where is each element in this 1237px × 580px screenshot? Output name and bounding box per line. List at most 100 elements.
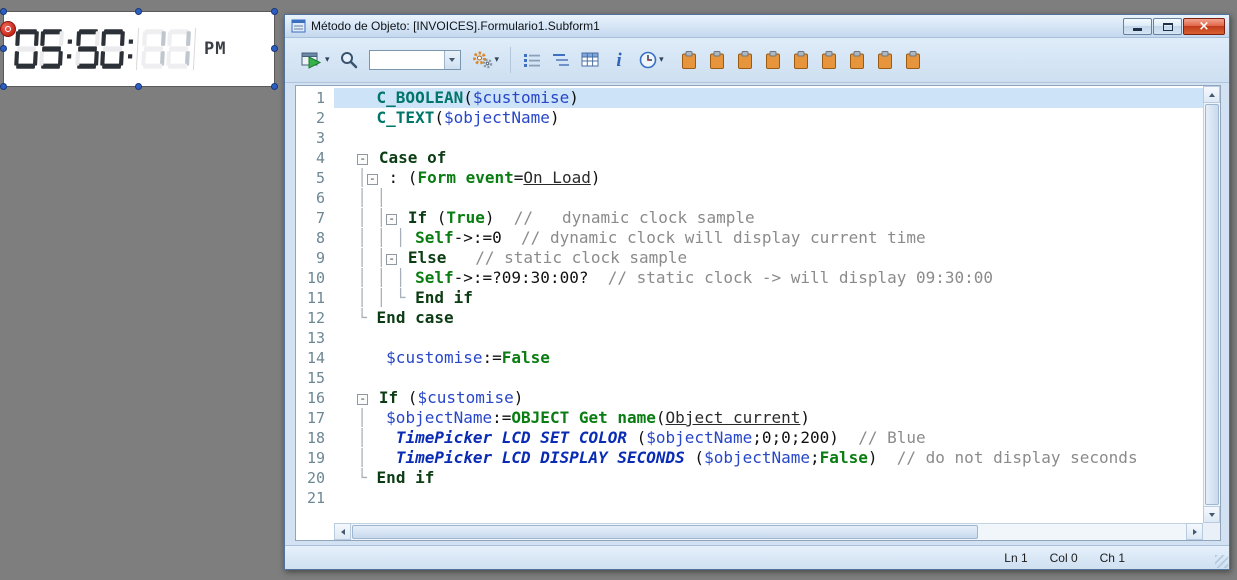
line-number[interactable]: 3 xyxy=(296,128,334,148)
fold-toggle-icon[interactable]: - xyxy=(366,173,378,185)
clipboard-buttons xyxy=(676,45,926,75)
maximize-icon xyxy=(1162,22,1173,31)
line-number[interactable]: 2 xyxy=(296,108,334,128)
line-number-gutter: 1 2 3 4 5 6 7 8 9 10 11 12 13 14 15 16 17 18 19 20 21 xyxy=(296,86,334,523)
callers-button[interactable] xyxy=(519,45,545,75)
close-button[interactable]: × xyxy=(1183,18,1225,35)
line-number[interactable]: 15 xyxy=(296,368,334,388)
line-number[interactable]: 10 xyxy=(296,268,334,288)
minimize-button[interactable] xyxy=(1123,18,1152,35)
scroll-left-button[interactable] xyxy=(334,523,351,540)
info-button[interactable]: i xyxy=(606,45,632,75)
vertical-scroll-thumb[interactable] xyxy=(1205,104,1219,505)
selection-handle[interactable] xyxy=(0,8,7,15)
fold-toggle-icon[interactable]: - xyxy=(386,213,398,225)
fold-toggle-icon[interactable]: - xyxy=(386,253,398,265)
code-line-13[interactable] xyxy=(334,328,1203,348)
macros-button[interactable]: ▾ xyxy=(468,45,503,75)
line-number[interactable]: 11 xyxy=(296,288,334,308)
line-number[interactable]: 20 xyxy=(296,468,334,488)
combo-dropdown-icon[interactable] xyxy=(443,51,460,69)
clipboard-button-7[interactable] xyxy=(844,45,870,75)
search-combo[interactable] xyxy=(368,50,461,70)
line-number[interactable]: 6 xyxy=(296,188,334,208)
search-button[interactable] xyxy=(336,45,362,75)
chevron-down-icon[interactable]: ▾ xyxy=(495,55,500,65)
scroll-up-button[interactable] xyxy=(1203,86,1220,103)
line-number[interactable]: 8 xyxy=(296,228,334,248)
code-line-10[interactable]: │ │ │ Self->:=?09:30:00? // static clock… xyxy=(334,268,1203,288)
code-line-19[interactable]: │ TimePicker LCD DISPLAY SECONDS ($objec… xyxy=(334,448,1203,468)
selection-handle[interactable] xyxy=(271,83,278,90)
code-line-14[interactable]: $customise:=False xyxy=(334,348,1203,368)
code-line-2[interactable]: C_TEXT($objectName) xyxy=(334,108,1203,128)
chevron-down-icon[interactable]: ▾ xyxy=(325,55,330,65)
selection-handle[interactable] xyxy=(135,83,142,90)
maximize-button[interactable] xyxy=(1153,18,1182,35)
code-line-12[interactable]: └ End case xyxy=(334,308,1203,328)
code-line-3[interactable] xyxy=(334,128,1203,148)
line-number[interactable]: 5 xyxy=(296,168,334,188)
object-method-badge[interactable] xyxy=(0,21,16,37)
badge-glyph-icon xyxy=(5,26,11,32)
clipboard-button-9[interactable] xyxy=(900,45,926,75)
clipboard-button-5[interactable] xyxy=(788,45,814,75)
clipboard-button-8[interactable] xyxy=(872,45,898,75)
outline-button[interactable] xyxy=(548,45,574,75)
line-number[interactable]: 14 xyxy=(296,348,334,368)
scroll-down-button[interactable] xyxy=(1203,506,1220,523)
clipboard-button-1[interactable] xyxy=(676,45,702,75)
line-number[interactable]: 12 xyxy=(296,308,334,328)
clock-seconds xyxy=(135,28,197,70)
code-editor[interactable]: 1 2 3 4 5 6 7 8 9 10 11 12 13 14 15 16 17 18 19 20 21 C_BOOL… xyxy=(295,85,1221,541)
code-line-7[interactable]: │ │ - If (True) // dynamic clock sample xyxy=(334,208,1203,228)
line-number[interactable]: 21 xyxy=(296,488,334,508)
code-line-21[interactable] xyxy=(334,488,1203,508)
line-number[interactable]: 18 xyxy=(296,428,334,448)
fold-toggle-icon[interactable]: - xyxy=(357,393,369,405)
code-line-4[interactable]: - Case of xyxy=(334,148,1203,168)
lcd-clock-widget[interactable]: PM xyxy=(0,8,278,90)
chevron-down-icon[interactable]: ▾ xyxy=(659,55,664,65)
lcd-display: PM xyxy=(14,20,266,78)
line-number[interactable]: 13 xyxy=(296,328,334,348)
code-lines[interactable]: C_BOOLEAN($customise) C_TEXT($objectName… xyxy=(334,86,1203,523)
code-line-6[interactable]: │ │ xyxy=(334,188,1203,208)
horizontal-scroll-thumb[interactable] xyxy=(352,525,978,539)
execute-method-button[interactable]: ▾ xyxy=(297,45,333,75)
code-line-17[interactable]: │ $objectName:=OBJECT Get name(Object cu… xyxy=(334,408,1203,428)
line-number[interactable]: 16 xyxy=(296,388,334,408)
clipboard-button-3[interactable] xyxy=(732,45,758,75)
fold-toggle-icon[interactable]: - xyxy=(357,153,369,165)
line-number[interactable]: 19 xyxy=(296,448,334,468)
line-number[interactable]: 1 xyxy=(296,88,334,108)
selection-handle[interactable] xyxy=(0,45,7,52)
selection-handle[interactable] xyxy=(271,8,278,15)
line-number[interactable]: 7 xyxy=(296,208,334,228)
vertical-scrollbar[interactable] xyxy=(1203,86,1220,523)
horizontal-scrollbar[interactable] xyxy=(334,523,1203,540)
code-line-15[interactable] xyxy=(334,368,1203,388)
clipboard-button-4[interactable] xyxy=(760,45,786,75)
code-line-9[interactable]: │ │ - Else // static clock sample xyxy=(334,248,1203,268)
scroll-right-button[interactable] xyxy=(1186,523,1203,540)
last-commands-button[interactable]: ▾ xyxy=(635,45,667,75)
selection-handle[interactable] xyxy=(271,45,278,52)
line-number[interactable]: 4 xyxy=(296,148,334,168)
clipboard-button-2[interactable] xyxy=(704,45,730,75)
titlebar[interactable]: Método de Objeto: [INVOICES].Formulario1… xyxy=(285,15,1229,38)
code-line-1[interactable]: C_BOOLEAN($customise) xyxy=(334,88,1203,108)
code-line-11[interactable]: │ │ └ End if xyxy=(334,288,1203,308)
code-line-18[interactable]: │ TimePicker LCD SET COLOR ($objectName;… xyxy=(334,428,1203,448)
selection-handle[interactable] xyxy=(0,83,7,90)
selection-handle[interactable] xyxy=(135,8,142,15)
code-line-20[interactable]: └ End if xyxy=(334,468,1203,488)
line-number[interactable]: 9 xyxy=(296,248,334,268)
code-line-5[interactable]: │ - : (Form event=On Load) xyxy=(334,168,1203,188)
clipboard-button-6[interactable] xyxy=(816,45,842,75)
line-number[interactable]: 17 xyxy=(296,408,334,428)
resize-grip[interactable] xyxy=(1215,555,1228,568)
tables-button[interactable] xyxy=(577,45,603,75)
code-line-16[interactable]: - If ($customise) xyxy=(334,388,1203,408)
code-line-8[interactable]: │ │ │ Self->:=0 // dynamic clock will di… xyxy=(334,228,1203,248)
